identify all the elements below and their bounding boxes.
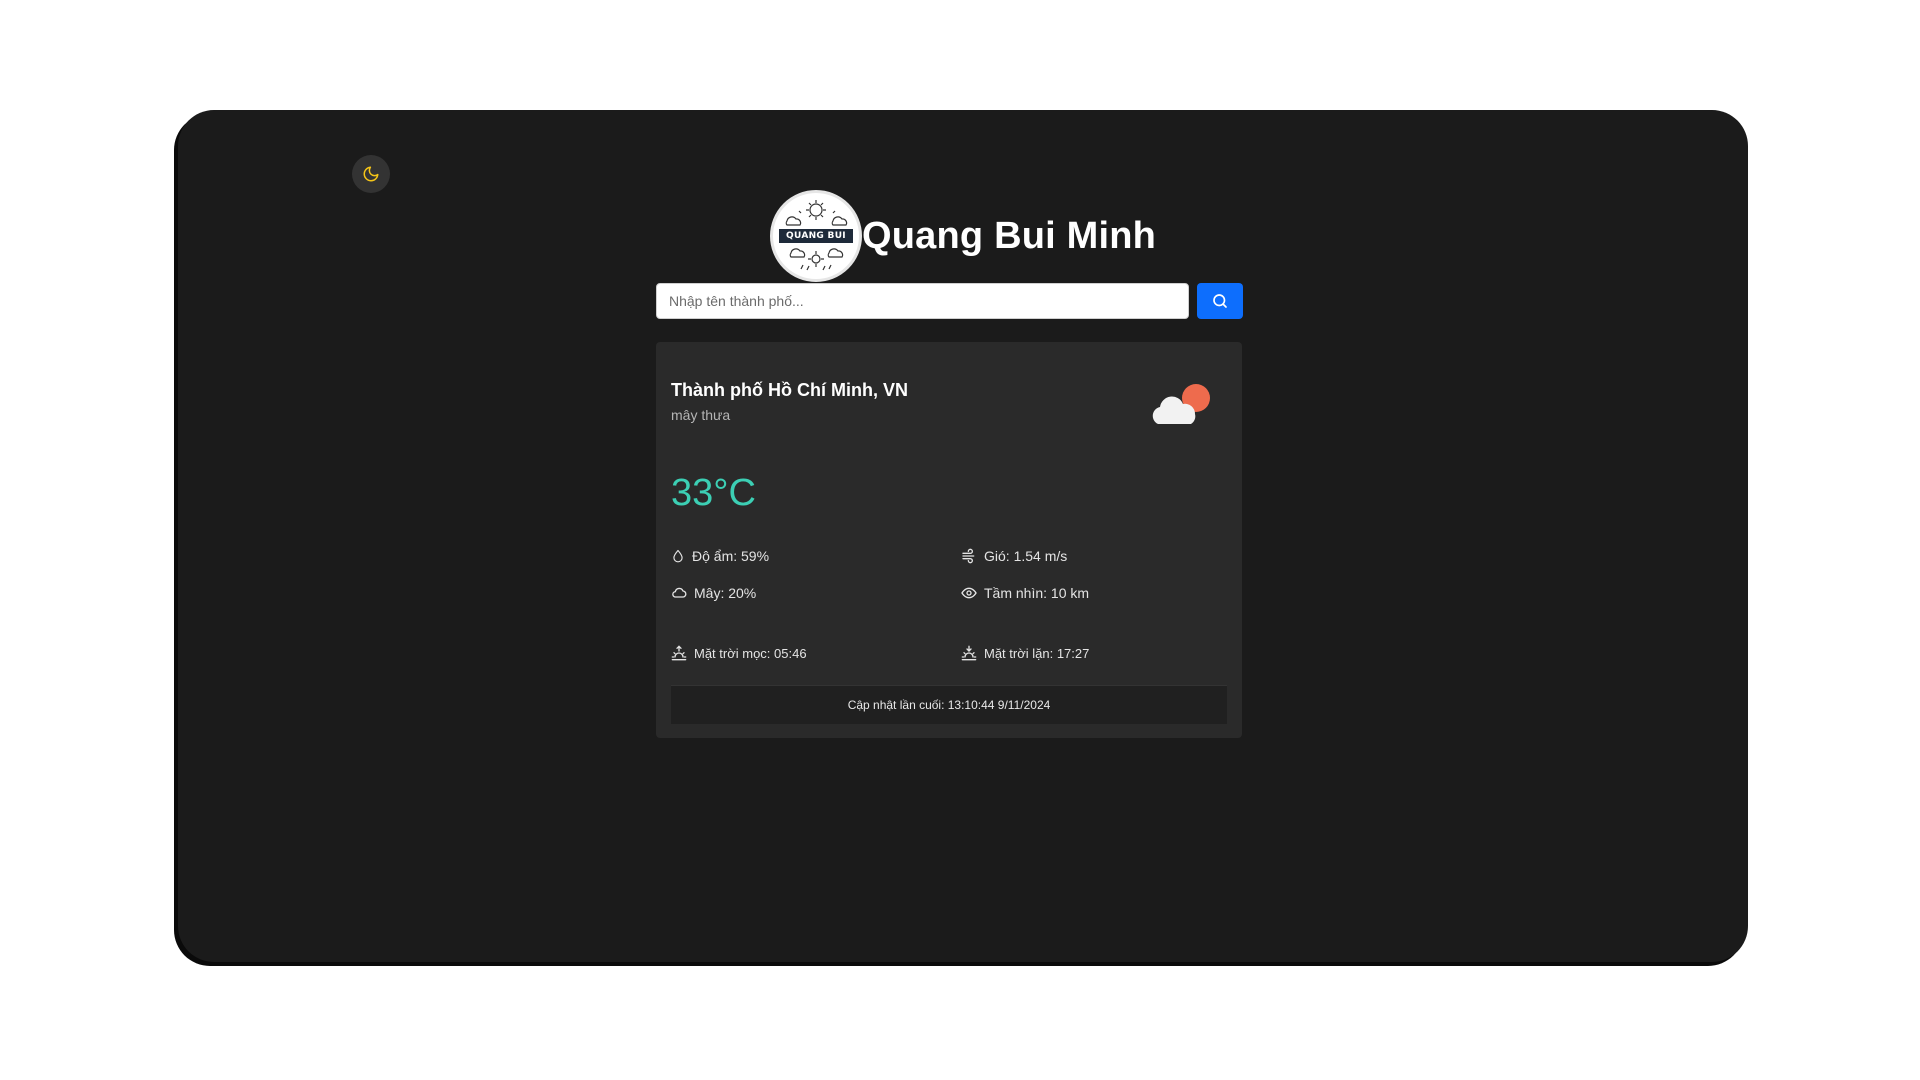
sunset-label: Mặt trời lặn: 17:27 [984,645,1090,661]
wind-stat: Gió: 1.54 m/s [961,548,1067,564]
search-icon [1213,294,1227,308]
visibility-label: Tầm nhìn: 10 km [984,585,1090,601]
sunrise-stat: Mặt trời mọc: 05:46 [671,645,807,661]
humidity-label: Độ ẩm: 59% [692,548,770,564]
droplet-icon [673,549,683,563]
wind-icon [962,548,975,564]
cloud-icon [672,587,687,598]
clouds-stat: Mây: 20% [671,585,756,601]
sunrise-icon [671,645,687,661]
eye-icon [961,587,977,599]
city-name: Thành phố Hồ Chí Minh, VN [671,380,908,400]
sunrise-label: Mặt trời mọc: 05:46 [694,645,807,661]
search-bar [656,283,1243,319]
page-title: Quang Bui Minh [862,214,1157,257]
clouds-label: Mây: 20% [694,585,757,601]
weather-card: Thành phố Hồ Chí Minh, VN mây thưa 33°C … [656,342,1242,738]
humidity-stat: Độ ẩm: 59% [671,548,769,564]
moon-icon [363,166,379,182]
sunset-stat: Mặt trời lặn: 17:27 [961,645,1089,661]
sunset-icon [961,645,977,661]
theme-toggle-button[interactable] [352,155,390,193]
header: QUANG BUI Quang Bui Minh [770,190,1156,282]
wind-label: Gió: 1.54 m/s [984,548,1068,564]
partly-cloudy-icon [1152,384,1210,424]
logo: QUANG BUI [770,190,862,282]
app-window: QUANG BUI Quang Bui Minh Thành phố Hồ Ch… [178,110,1748,962]
search-button[interactable] [1197,283,1243,319]
logo-text: QUANG BUI [779,229,853,243]
weather-description: mây thưa [671,407,731,423]
temperature: 33°C [671,472,756,514]
last-updated: Cập nhật lần cuối: 13:10:44 9/11/2024 [671,685,1227,724]
visibility-stat: Tầm nhìn: 10 km [961,585,1089,601]
city-search-input[interactable] [656,283,1189,319]
